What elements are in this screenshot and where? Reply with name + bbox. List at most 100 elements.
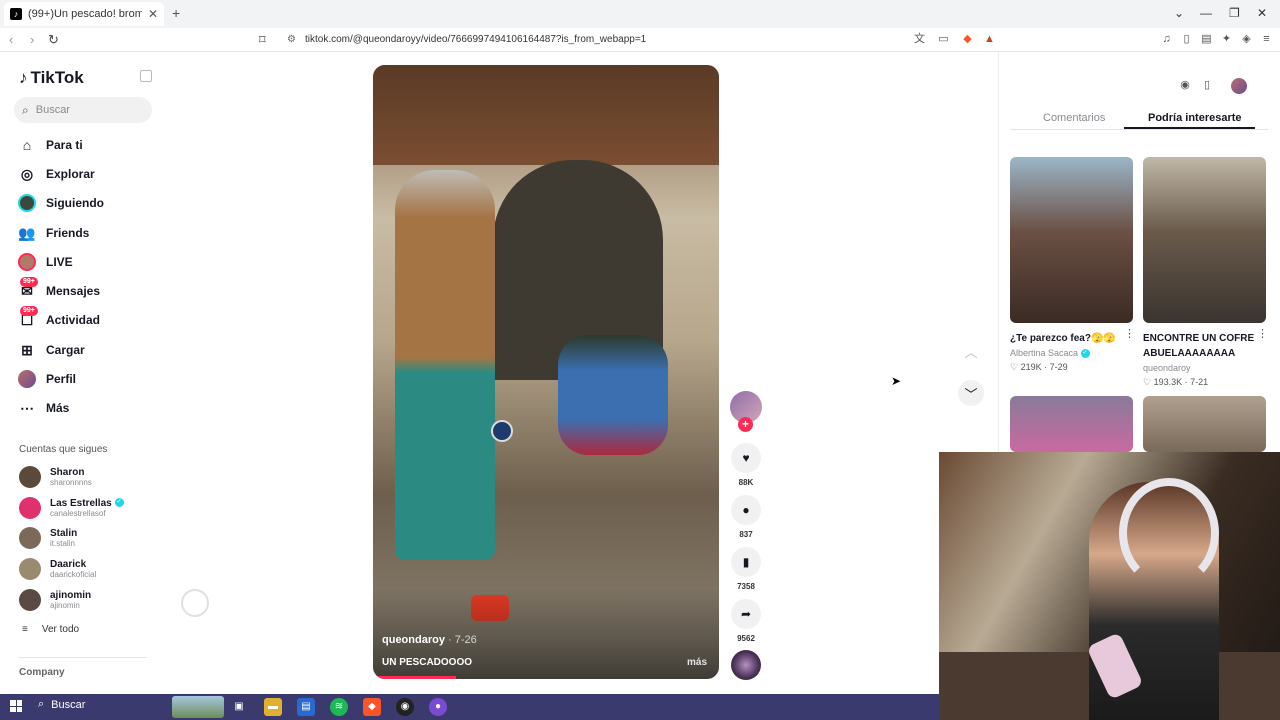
video-thumbnail[interactable] xyxy=(1010,157,1133,323)
see-all-button[interactable]: ≡ Ver todo xyxy=(22,624,79,635)
video-thumbnail[interactable] xyxy=(1010,396,1133,452)
card-options-icon[interactable]: ⋮ xyxy=(1257,327,1268,340)
nav-friends[interactable]: 👥 Friends xyxy=(18,221,89,245)
company-link[interactable]: Company xyxy=(19,667,65,678)
translate-icon[interactable]: 文 xyxy=(913,33,926,46)
video-more-button[interactable]: más xyxy=(687,657,707,668)
previous-video-button[interactable]: ︿ xyxy=(958,338,984,364)
search-highlight-image[interactable] xyxy=(172,696,224,718)
back-icon[interactable]: ‹ xyxy=(9,32,13,47)
suggested-video-card[interactable]: ¿Te parezco fea?🫣🫣 Albertina Sacaca ✓ ♡ … xyxy=(1010,157,1135,373)
maximize-button[interactable]: ❐ xyxy=(1229,6,1240,20)
tab-comentarios[interactable]: Comentarios xyxy=(1043,112,1105,124)
sidebar: ♪ TikTok ⌕ Buscar ⌂ Para ti ◎ Explorar S… xyxy=(0,52,160,694)
tiktok-logo[interactable]: ♪ TikTok xyxy=(19,68,84,88)
activity-icon: ☐ 99+ xyxy=(18,306,38,329)
video-progress-bar[interactable] xyxy=(373,676,457,679)
like-button[interactable]: ♥ xyxy=(731,443,761,473)
close-window-button[interactable]: ✕ xyxy=(1257,6,1267,20)
brave-browser-icon[interactable]: ◆ xyxy=(363,698,381,716)
video-scene-ceiling xyxy=(373,65,719,165)
user-avatar[interactable] xyxy=(1231,78,1247,94)
account-ajinomin[interactable]: ajinomin ajinomin xyxy=(19,588,91,612)
share-button[interactable]: ➦ xyxy=(731,599,761,629)
leo-icon[interactable]: ✦ xyxy=(1220,33,1233,46)
video-scene-seated-man xyxy=(558,335,668,455)
account-handle: ajinomin xyxy=(50,600,80,610)
windows-start-icon[interactable] xyxy=(10,700,22,712)
account-stalin[interactable]: Stalin it.stalin xyxy=(19,526,77,550)
brave-rewards-icon[interactable]: ▲ xyxy=(983,33,996,46)
music-disc-icon[interactable] xyxy=(731,650,761,680)
nav-siguiendo[interactable]: Siguiendo xyxy=(18,191,104,215)
account-daarick[interactable]: Daarick daarickoficial xyxy=(19,557,96,581)
nav-cargar[interactable]: ⊞ Cargar xyxy=(18,338,85,362)
video-thumbnail[interactable] xyxy=(1143,157,1266,323)
task-view-icon[interactable]: ▣ xyxy=(230,698,248,716)
account-las-estrellas[interactable]: Las Estrellas ✓ canalestrellasof xyxy=(19,496,124,520)
menu-icon[interactable]: ≡ xyxy=(1260,33,1273,46)
list-icon: ≡ xyxy=(22,624,28,635)
vpn-icon[interactable]: ◈ xyxy=(1240,33,1253,46)
video-player[interactable]: queondaroy · 7-26 UN PESCADOOOO más xyxy=(373,65,719,679)
card-author[interactable]: queondaroy xyxy=(1143,363,1266,373)
close-tab-icon[interactable]: ✕ xyxy=(148,7,158,21)
search-placeholder: Buscar xyxy=(35,104,70,116)
nav-mensajes[interactable]: ✉ 99+ Mensajes xyxy=(18,277,100,303)
nav-mas[interactable]: ⋯ Más xyxy=(18,396,69,420)
card-options-icon[interactable]: ⋮ xyxy=(1124,327,1135,340)
nav-explorar[interactable]: ◎ Explorar xyxy=(18,162,95,186)
video-author-name[interactable]: queondaroy xyxy=(382,634,445,646)
account-handle: sharonnnns xyxy=(50,477,92,487)
video-thumbnail[interactable] xyxy=(1143,396,1266,452)
forward-icon[interactable]: › xyxy=(30,32,34,47)
site-info-icon[interactable]: ⚙ xyxy=(287,34,296,45)
card-author[interactable]: Albertina Sacaca xyxy=(1010,348,1078,358)
wallet-icon[interactable]: ▤ xyxy=(1200,33,1213,46)
suggested-video-card[interactable]: ENCONTRE UN COFRE ABUELAAAAAAAA queondar… xyxy=(1143,157,1268,388)
nav-live[interactable]: LIVE xyxy=(18,250,73,274)
suggested-video-card[interactable] xyxy=(1143,396,1266,452)
activity-compass-icon[interactable]: ◉ xyxy=(1177,78,1193,94)
obs-icon[interactable]: ◉ xyxy=(396,698,414,716)
see-all-label: Ver todo xyxy=(41,624,80,635)
device-icon[interactable]: ▯ xyxy=(1199,78,1215,94)
spotify-icon[interactable]: ≋ xyxy=(330,698,348,716)
browser-tab[interactable]: ♪ (99+)Un pescado! broma de l ✕ xyxy=(4,2,164,26)
taskbar-search-label: Buscar xyxy=(51,698,86,711)
suggested-video-card[interactable] xyxy=(1010,396,1133,452)
home-icon: ⌂ xyxy=(22,137,32,153)
collapse-sidebar-icon[interactable] xyxy=(140,70,152,82)
chat-app-icon[interactable]: ● xyxy=(429,698,447,716)
file-explorer-icon[interactable]: ▬ xyxy=(264,698,282,716)
avatar xyxy=(19,466,41,488)
nav-actividad[interactable]: ☐ 99+ Actividad xyxy=(18,306,100,332)
reload-icon[interactable]: ↻ xyxy=(48,32,59,48)
bookmark-icon[interactable]: ⌑ xyxy=(259,32,266,48)
minimize-button[interactable]: — xyxy=(1200,6,1212,20)
tab-list-icon[interactable]: ⌄ xyxy=(1174,6,1184,20)
cast-icon[interactable]: ▭ xyxy=(937,33,950,46)
new-tab-button[interactable]: + xyxy=(172,5,180,21)
search-input[interactable]: ⌕ Buscar xyxy=(14,97,152,123)
nav-perfil[interactable]: Perfil xyxy=(18,367,76,391)
tab-podria-interesarte[interactable]: Podría interesarte xyxy=(1148,112,1242,124)
sidebar-icon[interactable]: ▯ xyxy=(1180,33,1193,46)
taskbar-search[interactable]: ⌕ Buscar xyxy=(38,698,85,711)
video-author[interactable]: queondaroy · 7-26 xyxy=(382,634,477,646)
save-button[interactable]: ▮ xyxy=(731,547,761,577)
next-video-button[interactable]: ﹀ xyxy=(958,380,984,406)
card-title: ENCONTRE UN COFRE ABUELAAAAAAAA xyxy=(1143,333,1255,359)
brave-shield-icon[interactable]: ◆ xyxy=(961,33,974,46)
live-avatar xyxy=(18,253,36,271)
comment-button[interactable]: ● xyxy=(731,495,761,525)
music-icon[interactable]: ♫ xyxy=(1160,33,1173,46)
account-sharon[interactable]: Sharon sharonnnns xyxy=(19,465,92,489)
computer-icon[interactable]: ▤ xyxy=(297,698,315,716)
account-handle: daarickoficial xyxy=(50,569,97,579)
url-field[interactable]: tiktok.com/@queondaroyy/video/7666997494… xyxy=(305,34,646,45)
follow-plus-icon[interactable]: + xyxy=(738,417,753,432)
mouse-cursor-icon: ➤ xyxy=(891,374,902,388)
nav-para-ti[interactable]: ⌂ Para ti xyxy=(18,133,83,157)
search-icon: ⌕ xyxy=(22,102,29,117)
